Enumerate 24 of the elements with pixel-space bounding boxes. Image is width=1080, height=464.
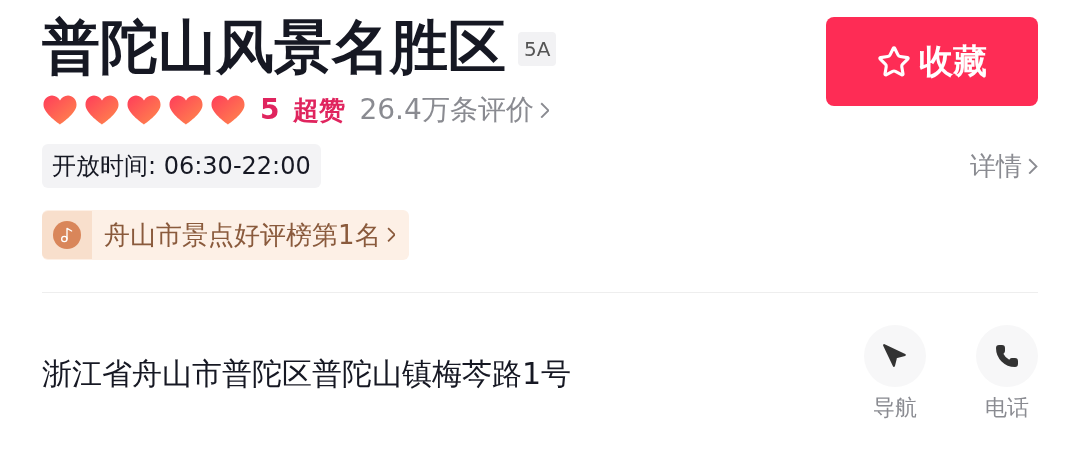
grade-badge: 5A [518,32,557,66]
heart-icon [210,94,246,126]
reviews-link[interactable]: 26.4万条评价 [359,89,550,131]
phone-icon [995,344,1019,368]
chevron-icon [539,101,550,119]
chevron-icon [386,227,396,243]
heart-icon [42,94,78,126]
opening-hours: 开放时间: 06:30-22:00 [42,144,321,188]
heart-icon [84,94,120,126]
rating-verdict: 超赞 [293,93,346,127]
rating-score: 5 [260,92,280,128]
action-button[interactable]: 导航 [864,325,926,424]
star-icon [877,44,911,79]
details-link[interactable]: 详情 [970,146,1038,186]
address-text: 浙江省舟山市普陀区普陀山镇梅芩路1号 [42,355,572,393]
chevron-icon [1028,157,1038,175]
heart-icon [126,94,162,126]
place-title: 普陀山风景名胜区 [42,18,506,76]
favorite-button[interactable]: 收藏 [826,17,1038,106]
heart-icon [168,94,204,126]
ranking-badge[interactable]: 舟山市景点好评榜第1名 [42,210,410,260]
action-button[interactable]: 电话 [976,325,1038,424]
ranking-logo-icon [42,211,92,259]
navigation-arrow-icon [882,343,908,369]
